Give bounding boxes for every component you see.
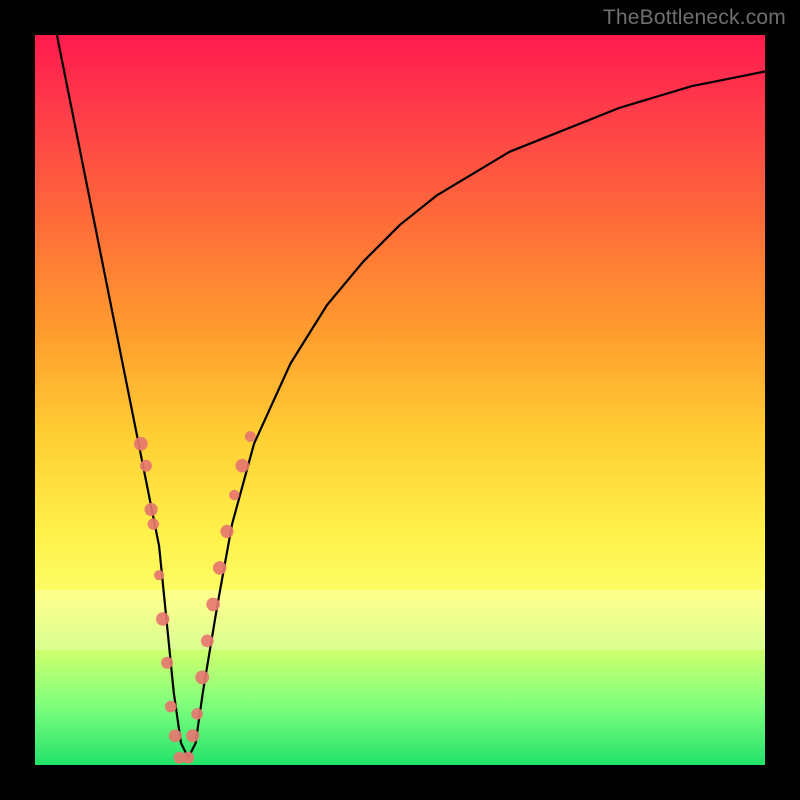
marker-dot bbox=[229, 490, 239, 500]
marker-dot bbox=[195, 671, 209, 685]
curve-path bbox=[57, 35, 765, 758]
chart-plot-area bbox=[35, 35, 765, 765]
bottleneck-curve bbox=[57, 35, 765, 758]
marker-dot bbox=[154, 570, 164, 580]
marker-dot bbox=[245, 431, 256, 442]
marker-dot bbox=[206, 598, 220, 612]
marker-dot bbox=[213, 561, 227, 575]
marker-dot bbox=[134, 437, 148, 451]
watermark-text: TheBottleneck.com bbox=[603, 6, 786, 30]
marker-dot bbox=[182, 752, 194, 764]
marker-dot bbox=[161, 657, 173, 669]
marker-dot bbox=[148, 518, 159, 529]
marker-dot bbox=[145, 503, 158, 516]
marker-dot bbox=[140, 460, 152, 472]
marker-dot bbox=[201, 635, 214, 648]
marker-dot bbox=[156, 612, 169, 625]
marker-dot bbox=[165, 701, 177, 713]
marker-dot bbox=[169, 729, 182, 742]
marker-dot bbox=[191, 708, 203, 720]
marker-dot bbox=[236, 459, 250, 473]
marker-dot bbox=[220, 525, 233, 538]
marker-dot bbox=[186, 729, 199, 742]
chart-frame: TheBottleneck.com bbox=[0, 0, 800, 800]
chart-svg bbox=[35, 35, 765, 765]
